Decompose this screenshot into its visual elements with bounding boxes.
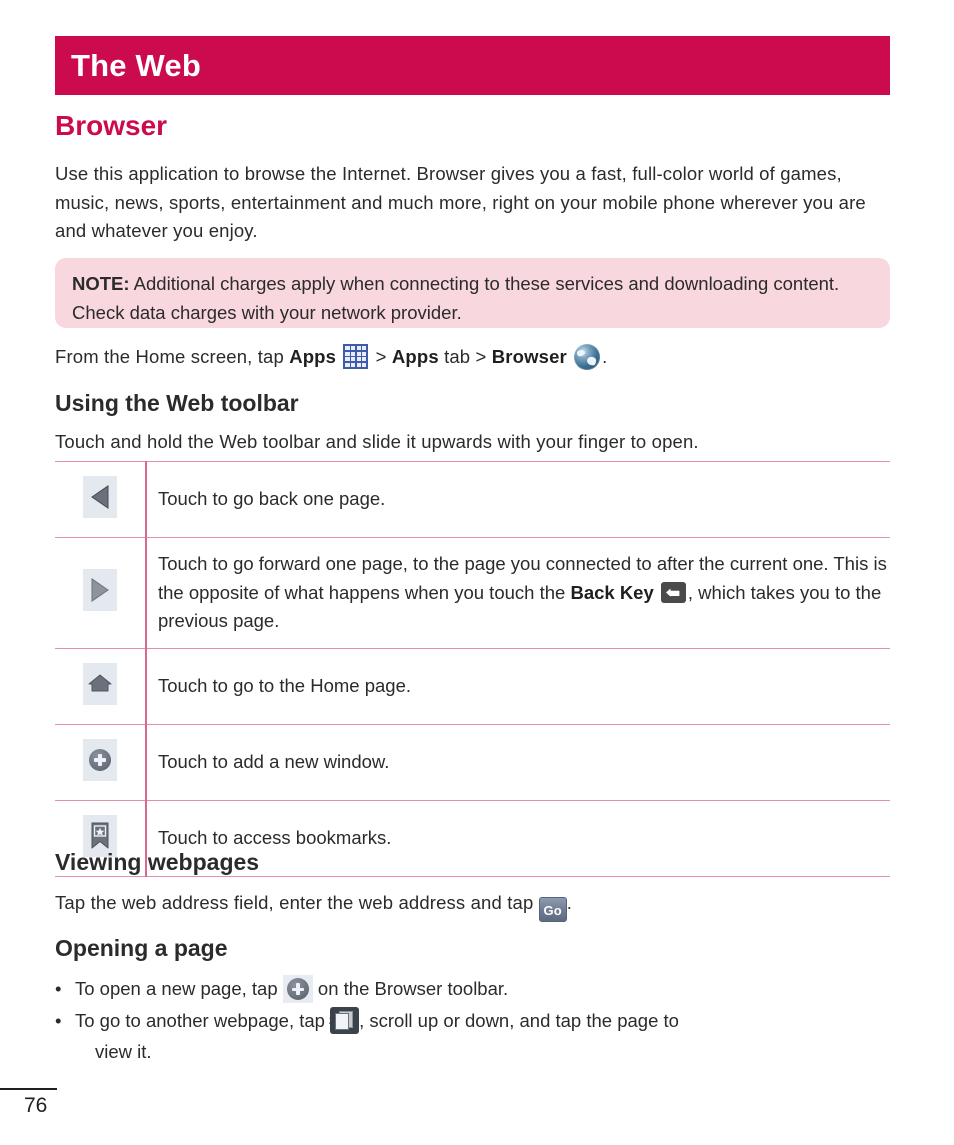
note-body: Additional charges apply when connecting… <box>72 273 840 323</box>
opening-page-bullet-list: • To open a new page, tap on the Browser … <box>55 973 890 1068</box>
list-item: • To go to another webpage, tap 2 , scroll… <box>55 1005 890 1067</box>
page-number: 76 <box>24 1094 48 1117</box>
bullet-1-suffix: on the Browser toolbar. <box>312 978 509 999</box>
back-key-arrow-glyph <box>665 588 680 597</box>
navigation-path-line: From the Home screen, tap Apps > Apps ta… <box>55 343 890 372</box>
tabs-count-icon: 2 <box>329 1007 360 1034</box>
add-window-glyph <box>89 748 111 771</box>
toolbar-icon-cell <box>55 647 147 725</box>
toolbar-desc-cell: Touch to add a new window. <box>146 723 890 801</box>
bullet-1-prefix: To open a new page, tap <box>75 978 283 999</box>
bullet-2-suffix: , scroll up or down, and tap the page to <box>359 1010 679 1031</box>
toolbar-desc-cell: Touch to go to the Home page. <box>146 647 890 725</box>
viewing-text-suffix: . <box>566 892 572 913</box>
viewing-text-prefix: Tap the web address field, enter the web… <box>55 892 539 913</box>
add-window-icon <box>282 975 313 1003</box>
path-suffix: . <box>602 346 608 367</box>
add-window-glyph <box>286 978 309 1000</box>
forward-arrow-glyph <box>91 578 109 603</box>
web-toolbar-table: Touch to go back one page. Touch to go f… <box>55 461 890 877</box>
toolbar-desc-cell: Touch to go back one page. <box>146 461 890 538</box>
table-row: Touch to go forward one page, to the pag… <box>55 537 890 649</box>
table-row: Touch to go to the Home page. <box>55 647 890 725</box>
chapter-header-bar: The Web <box>55 36 890 95</box>
add-window-icon <box>83 738 117 781</box>
bullet-2-prefix: To go to another webpage, tap <box>75 1010 331 1031</box>
toolbar-icon-cell <box>55 461 147 538</box>
path-prefix: From the Home screen, tap <box>55 346 290 367</box>
browser-intro-paragraph: Use this application to browse the Inter… <box>55 163 866 241</box>
note-text: NOTE: Additional charges apply when conn… <box>72 270 872 327</box>
back-arrow-glyph <box>91 485 109 509</box>
path-browser-label: Browser <box>491 346 567 367</box>
tabs-front-sheet: 2 <box>329 1013 350 1030</box>
path-apps-tab-label: Apps <box>391 346 439 367</box>
browser-globe-icon <box>574 344 601 370</box>
bullet-2-continuation: view it. <box>95 1041 152 1062</box>
back-key-icon <box>660 581 686 603</box>
bullet-marker: • <box>55 1010 62 1031</box>
apps-grid-icon <box>343 344 369 369</box>
toolbar-icon-cell <box>55 723 147 801</box>
go-button-icon: Go <box>538 897 567 922</box>
path-tab-word: tab <box>438 346 476 367</box>
bookmark-glyph <box>91 822 109 848</box>
section-heading-viewing-webpages: Viewing webpages <box>55 849 260 875</box>
back-arrow-icon <box>83 476 117 518</box>
section-heading-opening-a-page: Opening a page <box>55 935 228 961</box>
back-key-label: Back Key <box>570 581 654 603</box>
home-glyph <box>88 674 112 691</box>
path-separator-1: > <box>370 346 392 367</box>
bullet-marker: • <box>55 978 62 999</box>
home-icon <box>83 662 117 705</box>
toolbar-desc-cell: Touch to go forward one page, to the pag… <box>146 537 890 649</box>
forward-arrow-icon <box>83 569 117 612</box>
section-heading-browser: Browser <box>55 110 168 141</box>
note-label: NOTE: <box>72 273 130 294</box>
list-item: • To open a new page, tap on the Browser … <box>55 973 890 1004</box>
viewing-webpages-paragraph: Tap the web address field, enter the web… <box>55 889 890 922</box>
toolbar-icon-cell <box>55 537 147 649</box>
toolbar-intro-paragraph: Touch and hold the Web toolbar and slide… <box>55 431 699 452</box>
footer-rule <box>0 1088 57 1090</box>
table-row: Touch to go back one page. <box>55 461 890 538</box>
path-separator-2: > <box>475 346 492 367</box>
note-callout-box: NOTE: Additional charges apply when conn… <box>55 258 890 328</box>
table-row: Touch to add a new window. <box>55 723 890 801</box>
section-heading-using-toolbar: Using the Web toolbar <box>55 390 299 416</box>
path-apps-label: Apps <box>289 346 337 367</box>
chapter-title: The Web <box>71 48 202 83</box>
